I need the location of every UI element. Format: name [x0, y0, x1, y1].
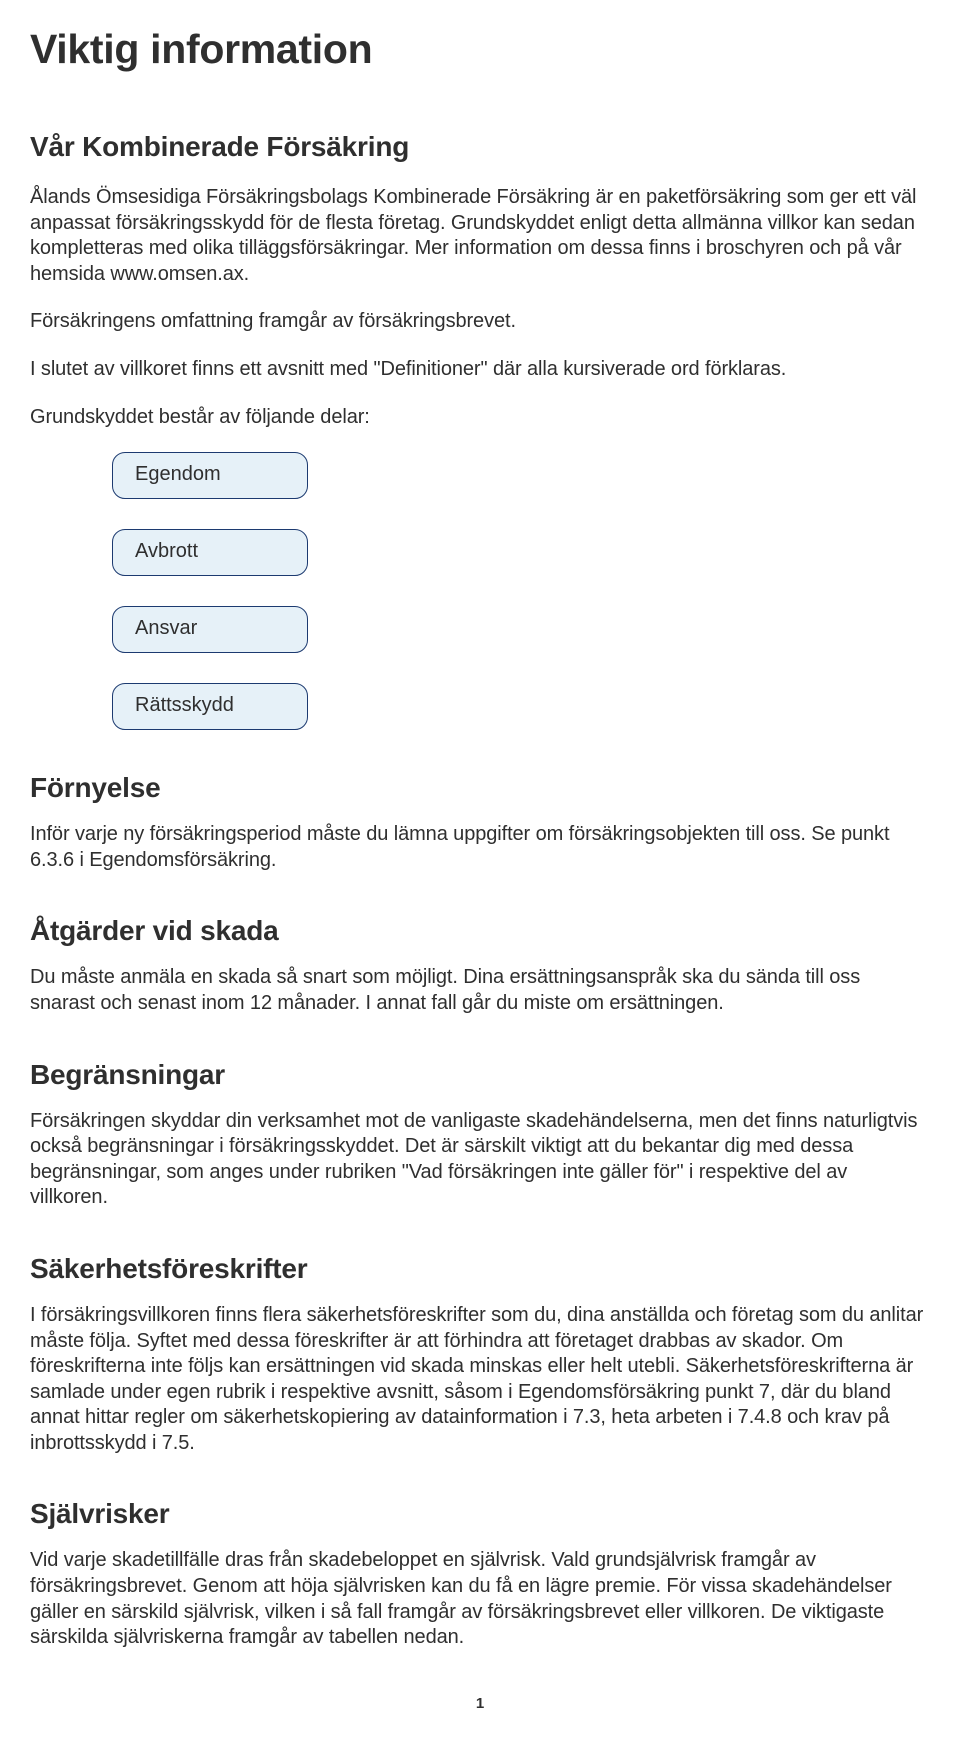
- body-atgarder: Du måste anmäla en skada så snart som mö…: [30, 965, 930, 1016]
- coverage-pill-ansvar: Ansvar: [112, 606, 308, 653]
- body-sakerhet: I försäkringsvillkoren finns flera säker…: [30, 1303, 930, 1457]
- heading-sakerhet: Säkerhetsföreskrifter: [30, 1253, 930, 1285]
- coverage-pill-avbrott: Avbrott: [112, 529, 308, 576]
- heading-sjalvrisker: Självrisker: [30, 1498, 930, 1530]
- intro-paragraph-4: Grundskyddet består av följande delar:: [30, 405, 930, 431]
- coverage-pill-egendom: Egendom: [112, 452, 308, 499]
- intro-paragraph-1: Ålands Ömsesidiga Försäkringsbolags Komb…: [30, 185, 930, 287]
- page-number: 1: [30, 1695, 930, 1712]
- intro-paragraph-3: I slutet av villkoret finns ett avsnitt …: [30, 357, 930, 383]
- intro-paragraph-2: Försäkringens omfattning framgår av förs…: [30, 309, 930, 335]
- coverage-parts-list: Egendom Avbrott Ansvar Rättsskydd: [112, 452, 930, 730]
- coverage-pill-rattsskydd: Rättsskydd: [112, 683, 308, 730]
- body-fornyelse: Inför varje ny försäkringsperiod måste d…: [30, 822, 930, 873]
- body-begransningar: Försäkringen skyddar din verksamhet mot …: [30, 1109, 930, 1211]
- body-sjalvrisker: Vid varje skadetillfälle dras från skade…: [30, 1548, 930, 1650]
- heading-fornyelse: Förnyelse: [30, 772, 930, 804]
- heading-begransningar: Begränsningar: [30, 1059, 930, 1091]
- heading-atgarder: Åtgärder vid skada: [30, 915, 930, 947]
- page-title: Viktig information: [30, 26, 930, 73]
- document-page: Viktig information Vår Kombinerade Försä…: [0, 0, 960, 1742]
- subtitle: Vår Kombinerade Försäkring: [30, 131, 930, 163]
